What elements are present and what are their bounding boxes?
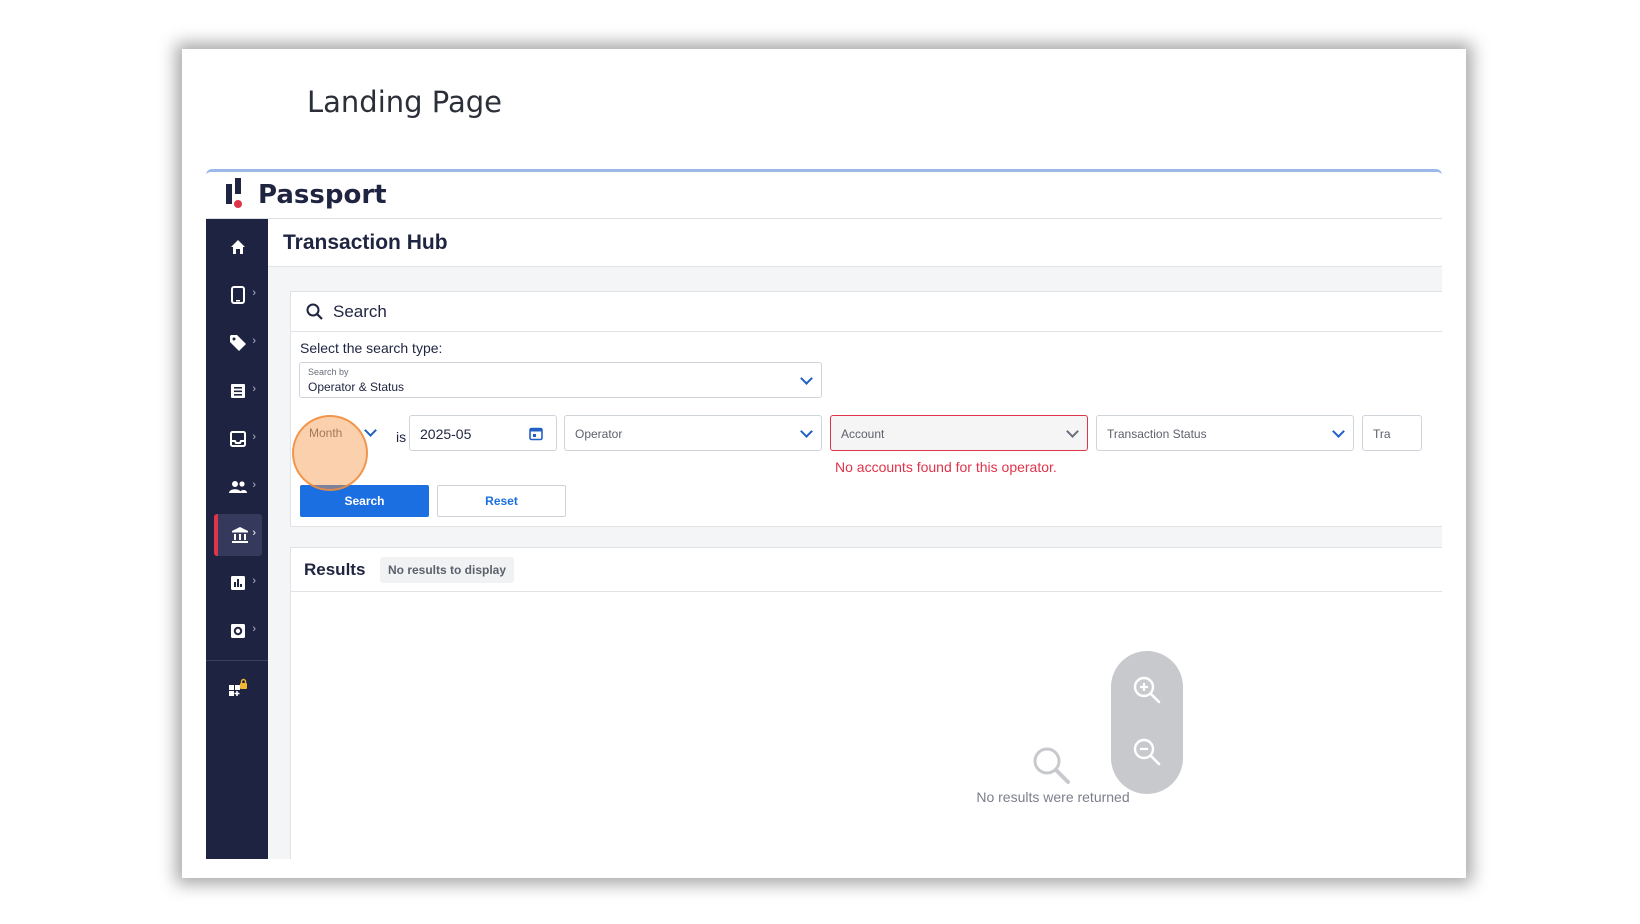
search-icon	[306, 303, 323, 320]
transaction-status-select[interactable]: Transaction Status	[1096, 415, 1354, 451]
results-panel: Results No results to display No results…	[290, 547, 1442, 859]
sidebar-item-locked-apps[interactable]	[214, 667, 262, 709]
bank-icon	[232, 527, 248, 543]
page-title: Landing Page	[307, 85, 502, 119]
account-placeholder: Account	[841, 427, 885, 441]
chevron-down-icon	[800, 372, 813, 385]
date-input[interactable]: 2025-05	[409, 415, 557, 451]
chevron-right-icon: ›	[252, 527, 256, 539]
sidebar-item-inbox[interactable]: ›	[214, 418, 262, 460]
sidebar-item-devices[interactable]: ›	[214, 274, 262, 316]
brand-name[interactable]: Passport	[258, 180, 387, 210]
transaction-type-placeholder: Tra	[1373, 427, 1391, 441]
date-value: 2025-05	[420, 426, 472, 442]
search-title: Search	[333, 302, 387, 321]
search-header: Search	[291, 292, 1442, 332]
results-header: Results No results to display	[291, 548, 1442, 592]
zoom-controls	[1111, 651, 1183, 794]
search-button[interactable]: Search	[300, 485, 429, 517]
search-by-value: Operator & Status	[308, 380, 405, 394]
search-by-label: Search by	[308, 367, 349, 377]
search-panel: Search Select the search type: Search by…	[290, 291, 1442, 527]
transaction-type-select[interactable]: Tra	[1362, 415, 1422, 451]
home-icon	[231, 240, 245, 254]
zoom-out-icon[interactable]	[1131, 736, 1163, 768]
chevron-right-icon: ›	[252, 383, 256, 395]
sidebar: › › › › › › › ›	[206, 219, 268, 859]
people-icon	[229, 481, 247, 493]
hub-title: Transaction Hub	[283, 231, 448, 254]
chevron-right-icon: ›	[252, 431, 256, 443]
account-select[interactable]: Account	[830, 415, 1088, 451]
chevron-right-icon: ›	[252, 479, 256, 491]
reset-button[interactable]: Reset	[437, 485, 566, 517]
main-content: Transaction Hub Search Select the search…	[268, 219, 1442, 859]
mobile-device-icon	[231, 286, 245, 304]
sidebar-item-home[interactable]	[214, 226, 262, 268]
sidebar-divider	[206, 660, 268, 661]
top-bar: Passport	[206, 172, 1442, 219]
operator-select[interactable]: Operator	[564, 415, 822, 451]
chevron-right-icon: ›	[252, 623, 256, 635]
sidebar-item-tags[interactable]: ›	[214, 322, 262, 364]
sidebar-item-reports[interactable]: ›	[214, 562, 262, 604]
operator-placeholder: Operator	[575, 427, 623, 441]
sidebar-item-settings[interactable]: ›	[214, 610, 262, 652]
results-title: Results	[304, 560, 366, 579]
search-by-select[interactable]: Search by Operator & Status	[299, 362, 822, 398]
chevron-down-icon	[1332, 425, 1345, 438]
bar-chart-icon	[231, 576, 245, 590]
chevron-right-icon: ›	[252, 575, 256, 587]
sidebar-item-people[interactable]: ›	[214, 466, 262, 508]
search-type-label: Select the search type:	[300, 340, 443, 356]
sidebar-item-list[interactable]: ›	[214, 370, 262, 412]
sidebar-item-banking[interactable]: ›	[214, 514, 262, 556]
is-label: is	[396, 429, 407, 445]
chevron-down-icon	[800, 425, 813, 438]
passport-logo-icon	[226, 178, 242, 208]
chevron-right-icon: ›	[252, 335, 256, 347]
tag-icon	[230, 335, 246, 351]
main-header: Transaction Hub	[268, 219, 1442, 267]
account-error-message: No accounts found for this operator.	[835, 459, 1057, 475]
chevron-right-icon: ›	[252, 287, 256, 299]
chevron-down-icon	[364, 424, 377, 437]
locked-apps-icon	[229, 678, 247, 696]
results-badge: No results to display	[380, 557, 515, 583]
chevron-down-icon	[1066, 425, 1079, 438]
list-icon	[231, 384, 245, 398]
empty-search-icon	[1033, 747, 1070, 784]
calendar-icon[interactable]	[529, 426, 543, 441]
click-highlight	[292, 415, 368, 491]
settings-icon	[231, 624, 245, 638]
app-window: Passport › › › › › › › › Transaction Hub…	[206, 169, 1442, 859]
screenshot-card: Landing Page Passport › › › › › › › › Tr…	[182, 49, 1466, 878]
zoom-in-icon[interactable]	[1131, 674, 1163, 706]
empty-results-text: No results were returned	[976, 789, 1130, 805]
inbox-icon	[230, 431, 246, 447]
transaction-status-placeholder: Transaction Status	[1107, 427, 1207, 441]
